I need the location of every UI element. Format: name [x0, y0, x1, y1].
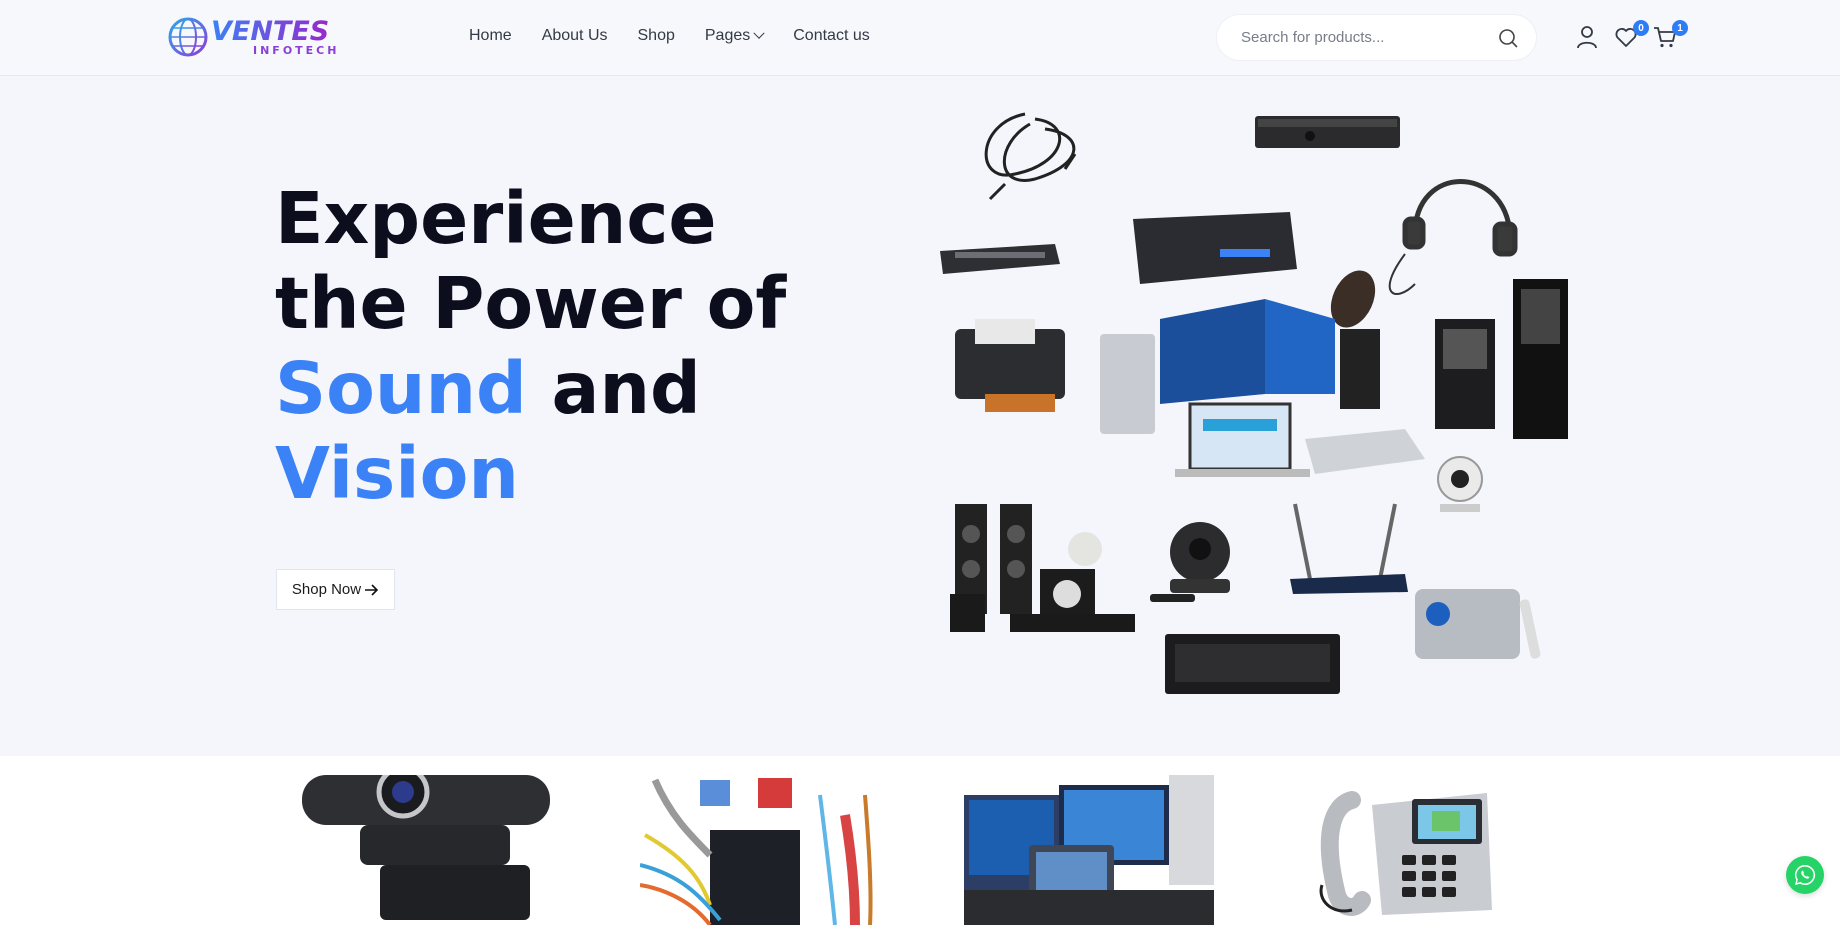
globe-logo-icon — [168, 17, 208, 57]
home-theater-speakers-image — [950, 504, 1135, 632]
account-button[interactable] — [1574, 24, 1600, 50]
electronics-collage-image — [940, 112, 1568, 694]
user-icon — [1577, 26, 1597, 49]
headset-image — [1388, 179, 1518, 295]
wishlist-button[interactable]: 0 — [1613, 20, 1649, 50]
logo-text-primary: VENTES — [211, 18, 339, 45]
wishlist-count-badge: 0 — [1633, 20, 1649, 36]
search-bar — [1217, 15, 1536, 60]
search-icon[interactable] — [1498, 28, 1518, 48]
logo[interactable]: VENTES INFOTECH — [167, 14, 337, 60]
nav-home[interactable]: Home — [469, 27, 512, 45]
hero-word-vision: Vision — [275, 432, 519, 515]
hero-section: Experience the Power of Sound and Vision… — [0, 76, 1840, 756]
arrow-right-icon — [365, 583, 379, 596]
nav-about-us[interactable]: About Us — [542, 27, 608, 45]
conference-camera-image — [1150, 522, 1230, 602]
amplifier-image — [1165, 634, 1340, 694]
category-card-ip-phone[interactable] — [1312, 775, 1497, 925]
webcam-icon — [302, 775, 550, 920]
server-rack-image — [1435, 279, 1568, 439]
logo-text-secondary: INFOTECH — [253, 44, 340, 57]
category-strip — [0, 756, 1840, 942]
hero-line-1: Experience — [275, 177, 717, 260]
printer-image — [955, 319, 1065, 412]
hero-line-2: the Power of — [275, 262, 787, 345]
mini-pc-image — [1133, 212, 1297, 284]
dvr-recorder-image — [1255, 116, 1400, 148]
category-card-computers[interactable] — [964, 775, 1214, 925]
hero-word-sound: Sound — [275, 347, 527, 430]
header-actions: 0 1 — [1574, 20, 1691, 50]
network-switch-image — [940, 244, 1060, 274]
shop-now-button[interactable]: Shop Now — [276, 569, 395, 610]
network-cables-icon — [640, 778, 873, 925]
nav-pages[interactable]: Pages — [704, 27, 765, 45]
ip-phone-icon — [1319, 791, 1492, 916]
nav-contact-us[interactable]: Contact us — [793, 27, 869, 45]
nav-pages-label: Pages — [704, 27, 751, 44]
chevron-down-icon — [753, 27, 765, 39]
cart-count-badge: 1 — [1672, 20, 1688, 36]
cart-button[interactable]: 1 — [1652, 20, 1688, 50]
category-card-cables[interactable] — [640, 775, 885, 925]
shop-now-label: Shop Now — [291, 581, 362, 598]
nav-shop[interactable]: Shop — [638, 27, 675, 45]
main-nav: Home About Us Shop Pages Contact us — [469, 27, 900, 45]
projector-image — [1415, 589, 1541, 659]
whatsapp-icon — [1794, 864, 1816, 885]
whatsapp-chat-button[interactable] — [1786, 856, 1824, 894]
webcam-image — [1437, 456, 1483, 512]
wifi-router-image — [1290, 503, 1408, 594]
hero-word-and: and — [526, 347, 701, 430]
search-input[interactable] — [1241, 29, 1481, 46]
desktop-computers-image — [1100, 299, 1425, 477]
category-card-webcam[interactable] — [300, 775, 552, 925]
site-header: VENTES INFOTECH Home About Us Shop Pages… — [0, 0, 1840, 76]
computers-icon — [964, 775, 1214, 925]
hero-headline: Experience the Power of Sound and Vision — [275, 176, 786, 516]
cable-bundle-image — [984, 112, 1077, 201]
